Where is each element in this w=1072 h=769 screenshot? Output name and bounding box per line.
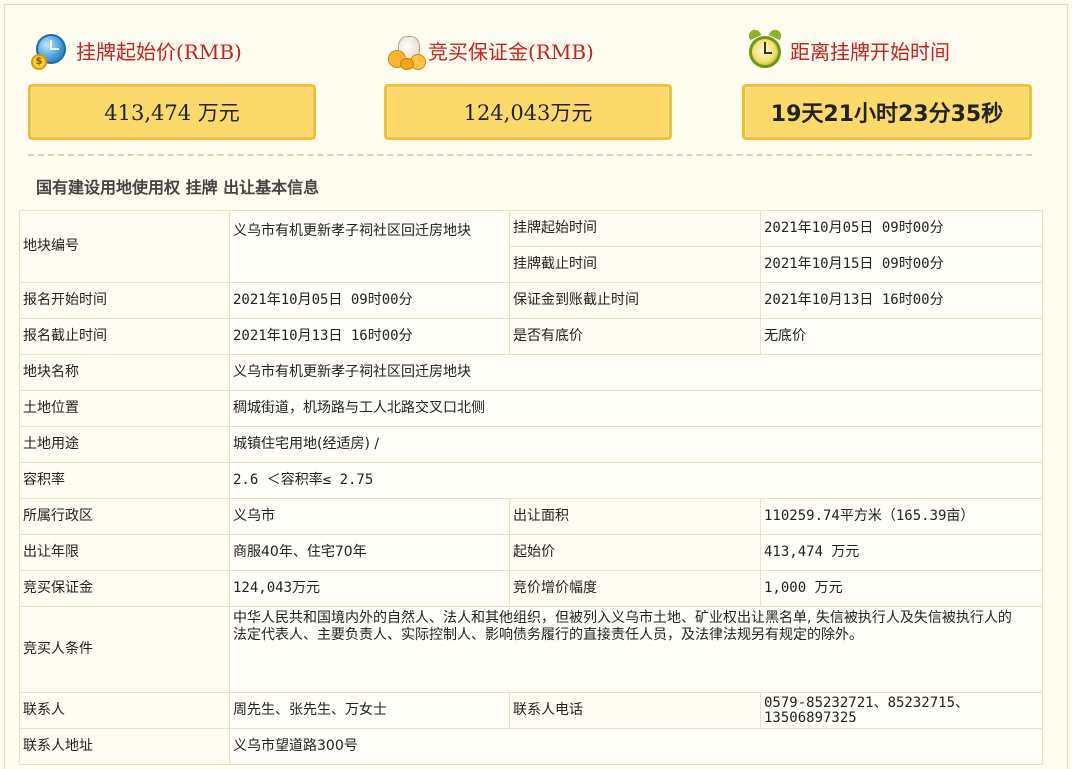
listing-end-label: 挂牌截止时间 xyxy=(509,246,761,283)
reserve-value: 无底价 xyxy=(760,318,1043,355)
table-row: 联系人 周先生、张先生、万女士 联系人电话 0579-85232721、8523… xyxy=(19,692,1043,729)
reg-start-value: 2021年10月05日 09时00分 xyxy=(229,282,510,319)
table-row: 地块编号 义乌市有机更新孝子祠社区回迁房地块 挂牌起始时间 2021年10月05… xyxy=(19,210,1043,283)
section-title: 国有建设用地使用权 挂牌 出让基本信息 xyxy=(36,178,320,197)
increment-value: 1,000 万元 xyxy=(760,570,1043,607)
term-value: 商服40年、住宅70年 xyxy=(229,534,510,571)
start-price-value: 413,474 万元 xyxy=(28,84,316,140)
contact-value: 周先生、张先生、万女士 xyxy=(229,692,510,729)
reg-start-label: 报名开始时间 xyxy=(19,282,230,319)
plot-name-label: 地块名称 xyxy=(19,354,230,391)
table-row: 竞买保证金 124,043万元 竞价增价幅度 1,000 万元 xyxy=(19,570,1043,607)
table-row: 地块名称 义乌市有机更新孝子祠社区回迁房地块 xyxy=(19,354,1043,391)
increment-label: 竞价增价幅度 xyxy=(509,570,761,607)
table-row: 竞买人条件 中华人民共和国境内外的自然人、法人和其他组织，但被列入义乌市土地、矿… xyxy=(19,606,1043,693)
countdown-header: 距离挂牌开始时间 xyxy=(742,27,1032,72)
reg-end-label: 报名截止时间 xyxy=(19,318,230,355)
plot-no-label: 地块编号 xyxy=(19,210,230,283)
district-label: 所属行政区 xyxy=(19,498,230,535)
listing-start-value: 2021年10月05日 09时00分 xyxy=(760,210,1043,247)
deposit-label: 竞买保证金(RMB) xyxy=(428,39,594,64)
reserve-label: 是否有底价 xyxy=(509,318,761,355)
table-row: 联系人地址 义乌市望道路300号 xyxy=(19,728,1043,765)
money-bag-icon xyxy=(384,28,428,72)
start-price-label: 起始价 xyxy=(509,534,761,571)
table-row: 土地用途 城镇住宅用地(经适房) / xyxy=(19,426,1043,463)
table-row: 所属行政区 义乌市 出让面积 110259.74平方米（165.39亩） xyxy=(19,498,1043,535)
phone-value: 0579-85232721、85232715、13506897325 xyxy=(760,692,1043,729)
deposit-header: 竞买保证金(RMB) xyxy=(384,28,672,72)
address-label: 联系人地址 xyxy=(19,728,230,765)
phone-label: 联系人电话 xyxy=(509,692,761,729)
deposit-value: 124,043万元 xyxy=(229,570,510,607)
countdown-label: 距离挂牌开始时间 xyxy=(790,39,950,64)
start-price-label: 挂牌起始价(RMB) xyxy=(76,39,242,64)
term-label: 出让年限 xyxy=(19,534,230,571)
plot-no-value: 义乌市有机更新孝子祠社区回迁房地块 xyxy=(229,210,510,283)
start-price-header: $ 挂牌起始价(RMB) xyxy=(28,28,316,72)
table-row: 报名截止时间 2021年10月13日 16时00分 是否有底价 无底价 xyxy=(19,318,1043,355)
far-label: 容积率 xyxy=(19,462,230,499)
countdown-stat: 距离挂牌开始时间 19天21小时23分35秒 xyxy=(742,27,1032,140)
table-row: 出让年限 商服40年、住宅70年 起始价 413,474 万元 xyxy=(19,534,1043,571)
district-value: 义乌市 xyxy=(229,498,510,535)
table-row: 报名开始时间 2021年10月05日 09时00分 保证金到账截止时间 2021… xyxy=(19,282,1043,319)
area-label: 出让面积 xyxy=(509,498,761,535)
deposit-value: 124,043万元 xyxy=(384,84,672,140)
listing-start-label: 挂牌起始时间 xyxy=(509,210,761,247)
deposit-deadline-value: 2021年10月13日 16时00分 xyxy=(760,282,1043,319)
alarm-clock-icon xyxy=(742,27,786,72)
start-price-stat: $ 挂牌起始价(RMB) 413,474 万元 xyxy=(28,28,316,140)
conditions-value: 中华人民共和国境内外的自然人、法人和其他组织，但被列入义乌市土地、矿业权出让黑名… xyxy=(229,606,1043,693)
table-row: 容积率 2.6 ＜容积率≤ 2.75 xyxy=(19,462,1043,499)
location-value: 稠城街道，机场路与工人北路交叉口北侧 xyxy=(229,390,1043,427)
deposit-label: 竞买保证金 xyxy=(19,570,230,607)
location-label: 土地位置 xyxy=(19,390,230,427)
far-value: 2.6 ＜容积率≤ 2.75 xyxy=(229,462,1043,499)
usage-value: 城镇住宅用地(经适房) / xyxy=(229,426,1043,463)
reg-end-value: 2021年10月13日 16时00分 xyxy=(229,318,510,355)
land-info-table: 地块编号 义乌市有机更新孝子祠社区回迁房地块 挂牌起始时间 2021年10月05… xyxy=(19,210,1043,765)
area-value: 110259.74平方米（165.39亩） xyxy=(760,498,1043,535)
countdown-value: 19天21小时23分35秒 xyxy=(742,84,1032,140)
start-price-value: 413,474 万元 xyxy=(760,534,1043,571)
deposit-stat: 竞买保证金(RMB) 124,043万元 xyxy=(384,28,672,140)
clock-globe-coin-icon: $ xyxy=(28,28,72,72)
contact-label: 联系人 xyxy=(19,692,230,729)
deposit-deadline-label: 保证金到账截止时间 xyxy=(509,282,761,319)
address-value: 义乌市望道路300号 xyxy=(229,728,1043,765)
usage-label: 土地用途 xyxy=(19,426,230,463)
conditions-label: 竞买人条件 xyxy=(19,606,230,693)
dashed-divider xyxy=(28,154,1032,156)
plot-name-value: 义乌市有机更新孝子祠社区回迁房地块 xyxy=(229,354,1043,391)
table-row: 土地位置 稠城街道，机场路与工人北路交叉口北侧 xyxy=(19,390,1043,427)
listing-end-value: 2021年10月15日 09时00分 xyxy=(760,246,1043,283)
